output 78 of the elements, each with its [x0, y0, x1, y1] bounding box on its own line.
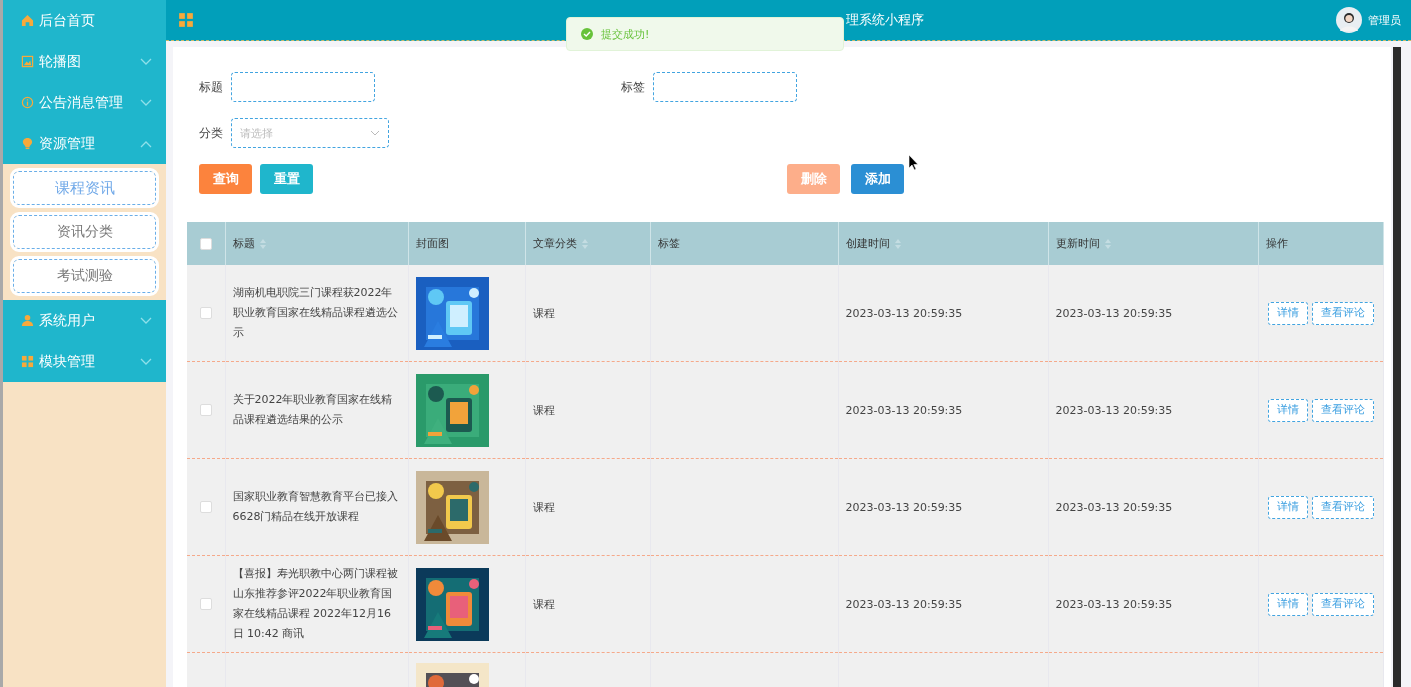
sidebar-item[interactable]: 模块管理 — [3, 341, 166, 382]
sort-icon[interactable] — [259, 238, 266, 249]
user-icon — [21, 314, 34, 327]
sort-icon[interactable] — [581, 238, 588, 249]
table-cell: 课程 — [532, 597, 555, 611]
sort-icon[interactable] — [1104, 238, 1111, 249]
info-icon — [21, 96, 34, 109]
table-cell-text: 关于2022年职业教育国家在线精品课程遴选结果的公示 — [232, 392, 394, 428]
chevron-icon — [140, 357, 152, 366]
table-cell: 2023-03-13 20:59:35 — [845, 500, 963, 514]
action-button[interactable]: 查看评论 — [1311, 398, 1374, 422]
grid-icon — [21, 355, 34, 368]
column-header: 创建时间 — [838, 222, 1048, 265]
field-label: 标题 — [198, 78, 224, 96]
table-cell: 课程 — [532, 500, 555, 514]
reset-button[interactable]: 重置 — [260, 164, 313, 194]
row-checkbox[interactable] — [199, 598, 212, 610]
chevron-icon — [140, 316, 152, 325]
chevron-icon — [140, 139, 152, 148]
field-label: 分类 — [198, 124, 224, 142]
chevron-icon — [370, 130, 380, 136]
table-cell: 2023-03-13 20:59:35 — [1055, 597, 1173, 611]
action-button[interactable]: 详情 — [1267, 398, 1308, 422]
table-cell-text: 湖南机电职院三门课程获2022年职业教育国家在线精品课程遴选公示 — [232, 285, 399, 341]
table-cell: 2023-03-13 20:59:35 — [845, 306, 963, 320]
column-header: 操作 — [1258, 222, 1383, 265]
app-title: 理系统小程序 — [846, 11, 924, 29]
action-button[interactable]: 查看评论 — [1311, 592, 1374, 616]
table-cell: 2023-03-13 20:59:35 — [1055, 403, 1173, 417]
action-button[interactable]: 查看评论 — [1311, 301, 1374, 325]
submenu-item[interactable]: 课程资讯 — [13, 171, 156, 205]
table-cell-text: 【喜报】寿光职教中心两门课程被山东推荐参评2022年职业教育国家在线精品课程 2022年12月16日 10:42 商讯 — [232, 566, 399, 642]
table-cell: 2023-03-13 20:59:35 — [845, 597, 963, 611]
title-field[interactable] — [231, 72, 375, 102]
sidebar-item[interactable]: 公告消息管理 — [3, 82, 166, 123]
chevron-icon — [140, 98, 152, 107]
submenu-item[interactable]: 资讯分类 — [13, 215, 156, 249]
sort-icon[interactable] — [894, 238, 901, 249]
image-icon — [21, 55, 34, 68]
check-icon — [581, 28, 593, 40]
column-header: 封面图 — [408, 222, 525, 265]
avatar-icon[interactable] — [1336, 7, 1362, 33]
toast-message: 提交成功! — [601, 26, 650, 42]
table-cell: 2023-03-13 20:59:35 — [845, 403, 963, 417]
sidebar-item[interactable]: 系统用户 — [3, 300, 166, 341]
select-all-checkbox[interactable] — [199, 237, 212, 250]
user-name[interactable]: 管理员 — [1368, 12, 1401, 28]
column-header: 标题 — [225, 222, 408, 265]
table-cell-text: 国家职业教育智慧教育平台已接入6628门精品在线开放课程 — [232, 489, 399, 525]
chevron-icon — [140, 57, 152, 66]
table-cell: 2023-03-13 20:59:35 — [1055, 500, 1173, 514]
row-checkbox[interactable] — [199, 307, 212, 319]
sidebar-item[interactable]: 轮播图 — [3, 41, 166, 82]
action-button[interactable]: 详情 — [1267, 592, 1308, 616]
grid-icon[interactable] — [178, 12, 194, 28]
table-cell: 2023-03-13 20:59:35 — [1055, 306, 1173, 320]
sidebar-item[interactable]: 资源管理 — [3, 123, 166, 164]
row-checkbox[interactable] — [199, 501, 212, 513]
add-button[interactable]: 添加 — [851, 164, 904, 194]
table-cell: 课程 — [532, 306, 555, 320]
bulb-icon — [21, 137, 34, 150]
tag-field[interactable] — [653, 72, 797, 102]
column-header: 更新时间 — [1048, 222, 1258, 265]
scrollbar[interactable] — [1393, 47, 1401, 687]
table-cell: 课程 — [532, 403, 555, 417]
category-select[interactable]: 请选择 — [231, 118, 389, 148]
query-button[interactable]: 查询 — [199, 164, 252, 194]
action-button[interactable]: 详情 — [1267, 301, 1308, 325]
sidebar-item[interactable]: 后台首页 — [3, 0, 166, 41]
action-button[interactable]: 详情 — [1267, 495, 1308, 519]
column-header: 标签 — [650, 222, 838, 265]
cursor-icon — [909, 155, 919, 171]
column-header: 文章分类 — [525, 222, 650, 265]
home-icon — [21, 14, 34, 27]
row-checkbox[interactable] — [199, 404, 212, 416]
submenu-item[interactable]: 考试测验 — [13, 259, 156, 293]
field-label: 标签 — [620, 78, 646, 96]
action-button[interactable]: 查看评论 — [1311, 495, 1374, 519]
